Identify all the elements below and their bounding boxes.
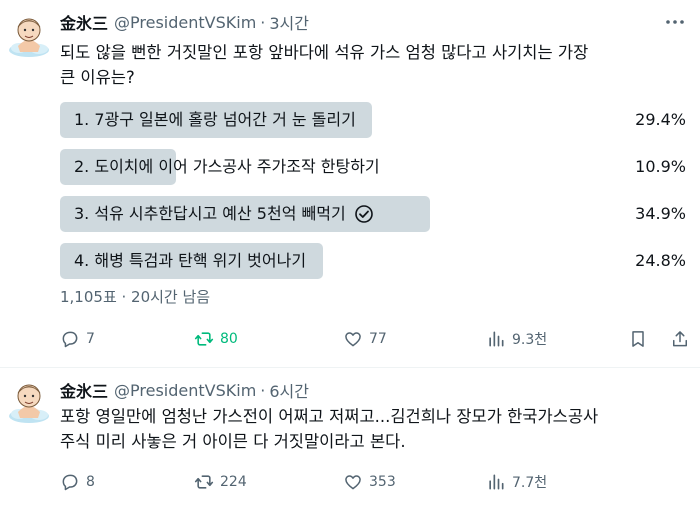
views-count: 7.7천 xyxy=(512,475,548,491)
share-icon xyxy=(673,331,687,347)
poll-option-4: 4. 해병 특검과 탄핵 위기 벗어나기 24.8% xyxy=(60,243,692,279)
poll-option-percent: 24.8% xyxy=(635,251,686,270)
poll-option-percent: 29.4% xyxy=(635,110,686,129)
action-bar: 7 80 77 9.3천 xyxy=(60,327,692,351)
retweet-button[interactable]: 80 xyxy=(194,327,238,351)
tweet-text: 되도 않을 뻔한 거짓말인 포항 앞바다에 석유 가스 엄청 많다고 사기치는 … xyxy=(60,40,690,90)
like-count: 353 xyxy=(369,474,396,490)
tweet-1[interactable]: 金氷三 @PresidentVSKim · 3시간 되도 않을 뻔한 거짓말인 … xyxy=(0,0,700,368)
timestamp[interactable]: 3시간 xyxy=(269,10,309,34)
tweet-2[interactable]: 金氷三 @PresidentVSKim · 6시간 포항 영일만에 엄청난 가스… xyxy=(0,368,700,512)
reply-count: 8 xyxy=(86,474,95,490)
bookmark-button[interactable] xyxy=(628,327,648,351)
share-button[interactable] xyxy=(670,327,690,351)
poll-meta: 1,105표 · 20시간 남음 xyxy=(60,288,211,306)
avatar[interactable] xyxy=(6,12,52,58)
like-count: 77 xyxy=(369,331,387,347)
retweet-button[interactable]: 224 xyxy=(194,470,247,494)
views-button[interactable]: 7.7천 xyxy=(486,470,547,494)
poll-option-label-text: 3. 석유 시추한답시고 예산 5천억 빼먹기 xyxy=(74,204,346,223)
tweet-header: 金氷三 @PresidentVSKim · 6시간 xyxy=(60,378,309,402)
reply-icon xyxy=(62,474,78,491)
separator-dot: · xyxy=(260,12,266,32)
action-bar: 8 224 353 7.7천 xyxy=(60,470,692,494)
reply-button[interactable]: 7 xyxy=(60,327,95,351)
poll-option-3: 3. 석유 시추한답시고 예산 5천억 빼먹기 34.9% xyxy=(60,196,692,232)
views-icon xyxy=(489,474,504,490)
poll-option-label: 2. 도이치에 이어 가스공사 주가조작 한탕하기 xyxy=(74,157,380,176)
timestamp[interactable]: 6시간 xyxy=(269,378,309,402)
like-button[interactable]: 353 xyxy=(343,470,396,494)
poll-option-percent: 10.9% xyxy=(635,157,686,176)
tweet-text-line: 되도 않을 뻔한 거짓말인 포항 앞바다에 석유 가스 엄청 많다고 사기치는 … xyxy=(60,43,589,62)
author-name[interactable]: 金氷三 xyxy=(60,10,108,34)
tweet-text-line: 주식 미리 사놓은 거 아이믄 다 거짓말이라고 본다. xyxy=(60,432,406,451)
tweet-text-line: 큰 이유는? xyxy=(60,68,135,87)
more-icon[interactable] xyxy=(664,12,686,32)
views-count: 9.3천 xyxy=(512,332,548,348)
poll: 1. 7광구 일본에 홀랑 넘어간 거 눈 돌리기 29.4% 2. 도이치에 … xyxy=(60,102,692,290)
poll-option-percent: 34.9% xyxy=(635,204,686,223)
avatar-illustration xyxy=(9,384,49,423)
poll-option-2: 2. 도이치에 이어 가스공사 주가조작 한탕하기 10.9% xyxy=(60,149,692,185)
poll-option-1: 1. 7광구 일본에 홀랑 넘어간 거 눈 돌리기 29.4% xyxy=(60,102,692,138)
tweet-header: 金氷三 @PresidentVSKim · 3시간 xyxy=(60,10,309,34)
poll-option-label: 4. 해병 특검과 탄핵 위기 벗어나기 xyxy=(74,251,307,270)
avatar[interactable] xyxy=(6,378,52,424)
check-circle-icon xyxy=(354,204,374,224)
retweet-icon xyxy=(194,475,214,489)
reply-icon xyxy=(62,331,78,348)
retweet-icon xyxy=(194,332,214,346)
author-name[interactable]: 金氷三 xyxy=(60,378,108,402)
retweet-count: 224 xyxy=(220,474,247,490)
poll-option-label: 1. 7광구 일본에 홀랑 넘어간 거 눈 돌리기 xyxy=(74,110,356,129)
views-icon xyxy=(489,331,504,347)
tweet-text: 포항 영일만에 엄청난 가스전이 어쩌고 저쩌고...김건희나 장모가 한국가스… xyxy=(60,404,690,454)
like-icon xyxy=(345,475,361,490)
bookmark-icon xyxy=(632,331,644,347)
author-handle[interactable]: @PresidentVSKim xyxy=(114,381,256,400)
retweet-count: 80 xyxy=(220,331,238,347)
separator-dot: · xyxy=(260,380,266,400)
like-button[interactable]: 77 xyxy=(343,327,387,351)
reply-count: 7 xyxy=(86,331,95,347)
avatar-illustration xyxy=(9,18,49,57)
views-button[interactable]: 9.3천 xyxy=(486,327,547,351)
tweet-text-line: 포항 영일만에 엄청난 가스전이 어쩌고 저쩌고...김건희나 장모가 한국가스… xyxy=(60,407,599,426)
author-handle[interactable]: @PresidentVSKim xyxy=(114,13,256,32)
reply-button[interactable]: 8 xyxy=(60,470,95,494)
poll-option-label-selected: 3. 석유 시추한답시고 예산 5천억 빼먹기 xyxy=(74,196,374,232)
like-icon xyxy=(345,332,361,347)
